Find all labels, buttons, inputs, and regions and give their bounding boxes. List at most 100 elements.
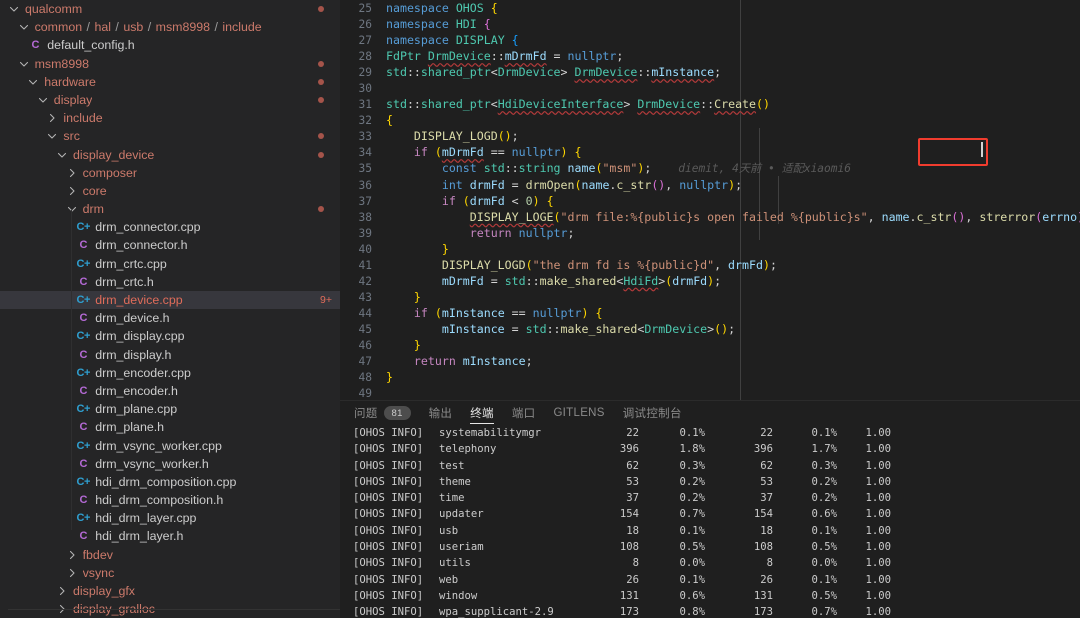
- chevron-down-icon[interactable]: [8, 0, 20, 18]
- line-number: 41: [358, 258, 372, 272]
- git-blame-annotation: diemit, 4天前 • 适配xiaomi6: [651, 162, 851, 176]
- module-name: theme: [439, 475, 471, 488]
- tree-item-drm_device.h[interactable]: Cdrm_device.h: [0, 309, 340, 327]
- chevron-right-icon[interactable]: [66, 182, 78, 200]
- panel-tab-gitlens[interactable]: GITLENS: [553, 401, 604, 425]
- tree-item-drm_display.cpp[interactable]: C+ drm_display.cpp: [0, 327, 340, 345]
- chevron-down-icon[interactable]: [27, 73, 39, 91]
- code-token: int: [441, 177, 463, 192]
- panel-tab-output[interactable]: 输出: [429, 401, 453, 425]
- tree-item-drm_encoder.h[interactable]: Cdrm_encoder.h: [0, 382, 340, 400]
- path-separator: /: [211, 20, 222, 35]
- chevron-right-icon[interactable]: [66, 564, 78, 582]
- chevron-down-icon[interactable]: [56, 146, 68, 164]
- code-token: namespace: [386, 1, 449, 15]
- tree-item-hdi_drm_layer.h[interactable]: Chdi_drm_layer.h: [0, 527, 340, 545]
- tree-item-msm8998[interactable]: msm8998: [0, 55, 340, 73]
- code-token: =: [504, 177, 526, 192]
- cpp-file-icon: C+: [76, 257, 91, 270]
- tree-item-qualcomm[interactable]: qualcomm: [0, 0, 340, 18]
- chevron-right-icon[interactable]: [46, 109, 58, 127]
- metric-column-1: 53: [626, 475, 639, 488]
- panel-tab-terminal[interactable]: 终端: [470, 401, 494, 425]
- tree-item-fbdev[interactable]: fbdev: [0, 546, 340, 564]
- tree-item-hdi_drm_composition.h[interactable]: Chdi_drm_composition.h: [0, 491, 340, 509]
- chevron-right-icon[interactable]: [66, 164, 78, 182]
- code-text: if (drmFd < 0) {: [386, 194, 554, 208]
- tree-item-drm_connector.h[interactable]: Cdrm_connector.h: [0, 236, 340, 254]
- tree-item-src[interactable]: src: [0, 127, 340, 145]
- file-explorer-sidebar[interactable]: qualcomm common / hal / usb / msm8998 / i…: [0, 0, 340, 618]
- chevron-right-icon[interactable]: [56, 582, 68, 600]
- tree-item-hdi_drm_composition.cpp[interactable]: C+ hdi_drm_composition.cpp: [0, 473, 340, 491]
- tree-item-drm_vsync_worker.h[interactable]: Cdrm_vsync_worker.h: [0, 455, 340, 473]
- tree-item-label: drm_display.cpp: [95, 329, 185, 344]
- code-token: drmFd: [728, 257, 763, 272]
- chevron-down-icon[interactable]: [37, 91, 49, 109]
- tree-item-drm[interactable]: drm: [0, 200, 340, 218]
- tree-item-hdi_drm_layer.cpp[interactable]: C+ hdi_drm_layer.cpp: [0, 509, 340, 527]
- tree-item-default_config.h[interactable]: Cdefault_config.h: [0, 36, 340, 54]
- panel-tab-debug-console[interactable]: 调试控制台: [623, 401, 682, 425]
- tree-item-label: hardware: [44, 74, 96, 89]
- chevron-down-icon[interactable]: [46, 127, 58, 145]
- code-token: std: [483, 161, 505, 176]
- path-segment: usb: [123, 20, 144, 35]
- metric-column-1: 131: [619, 589, 639, 602]
- code-token: string: [518, 161, 561, 176]
- line-number: 42: [358, 274, 372, 288]
- chevron-down-icon[interactable]: [18, 55, 30, 73]
- panel-tab-problems[interactable]: 问题 81: [354, 401, 411, 425]
- code-editor[interactable]: 25 namespace OHOS {26 namespace HDI {27 nam…: [340, 0, 1080, 400]
- code-line: 45 mInstance = std::make_shared<DrmDevic…: [340, 321, 1080, 337]
- tree-item-include[interactable]: include: [0, 109, 340, 127]
- tree-item-drm_display.h[interactable]: Cdrm_display.h: [0, 346, 340, 364]
- tree-item-composer[interactable]: composer: [0, 164, 340, 182]
- line-number: 36: [358, 178, 372, 192]
- code-line: 47 return mInstance;: [340, 353, 1080, 369]
- module-name: systemabilitymgr: [439, 427, 542, 439]
- tree-item-display_device[interactable]: display_device: [0, 146, 340, 164]
- tree-item-drm_vsync_worker.cpp[interactable]: C+ drm_vsync_worker.cpp: [0, 437, 340, 455]
- code-token: make_shared: [560, 321, 638, 336]
- metric-column-4: 0.6%: [811, 508, 837, 521]
- tree-item-drm_connector.cpp[interactable]: C+ drm_connector.cpp: [0, 218, 340, 236]
- chevron-down-icon[interactable]: [18, 18, 30, 36]
- terminal-line: [OHOS INFO] telephony 396 1.8% 396 1.7% 1.00: [353, 441, 1080, 457]
- panel-tab-label: 调试控制台: [622, 408, 682, 420]
- file-tree[interactable]: qualcomm common / hal / usb / msm8998 / i…: [0, 0, 340, 618]
- tree-item-drm_device.cpp[interactable]: C+ drm_device.cpp 9+: [0, 291, 340, 310]
- metric-column-5: 1.00: [865, 475, 891, 488]
- metric-column-2: 0.2%: [679, 492, 705, 505]
- tree-item-hardware[interactable]: hardware: [0, 73, 340, 91]
- cpp-file-icon: C+: [76, 294, 91, 306]
- metric-column-4: 0.1%: [811, 524, 837, 537]
- tree-item-display_gfx[interactable]: display_gfx: [0, 582, 340, 600]
- tree-item-core[interactable]: core: [0, 182, 340, 200]
- tree-item-vsync[interactable]: vsync: [0, 564, 340, 582]
- code-line: 48}: [340, 369, 1080, 385]
- tree-item-drm_plane.h[interactable]: Cdrm_plane.h: [0, 418, 340, 436]
- tree-item-display[interactable]: display: [0, 91, 340, 109]
- tree-item-drm_plane.cpp[interactable]: C+ drm_plane.cpp: [0, 400, 340, 418]
- metric-column-4: 0.0%: [811, 557, 837, 570]
- terminal-output[interactable]: [OHOS INFO] systemabilitymgr 22 0.1% 22 0.1% 1…: [340, 425, 1080, 618]
- tree-item-drm_crtc.cpp[interactable]: C+ drm_crtc.cpp: [0, 255, 340, 273]
- panel-tab-bar[interactable]: 问题 81 输出 终端 端口 GITLENS 调试控制台: [340, 401, 1080, 425]
- chevron-right-icon[interactable]: [66, 546, 78, 564]
- tree-item-drm_crtc.h[interactable]: Cdrm_crtc.h: [0, 273, 340, 291]
- panel-tab-ports[interactable]: 端口: [512, 401, 536, 425]
- tree-item-common-hal-usb[interactable]: common / hal / usb / msm8998 / include: [0, 18, 340, 36]
- code-line: 39 return nullptr;: [340, 225, 1080, 241]
- tree-item-label: vsync: [82, 565, 115, 580]
- metric-column-2: 0.3%: [679, 459, 705, 472]
- tree-item-drm_encoder.cpp[interactable]: C+ drm_encoder.cpp: [0, 364, 340, 382]
- terminal-line: [OHOS INFO] window 131 0.6% 131 0.5% 1.00: [353, 588, 1080, 604]
- modified-indicator-dot: [318, 151, 324, 158]
- tree-item-label: drm_crtc.h: [95, 274, 154, 289]
